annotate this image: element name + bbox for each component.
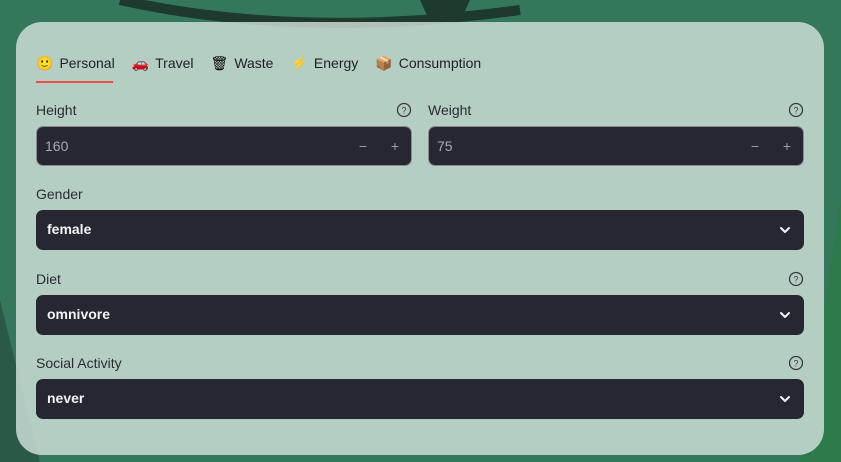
svg-text:?: ? xyxy=(401,106,406,116)
package-icon: 📦 xyxy=(375,55,393,71)
chevron-down-icon xyxy=(780,312,790,318)
height-field[interactable] xyxy=(37,127,335,165)
chevron-down-icon xyxy=(780,396,790,402)
settings-panel: 🙂 Personal 🚗 Travel 🗑 Waste ⚡ Energy 📦 C… xyxy=(16,22,824,455)
svg-text:?: ? xyxy=(793,106,798,116)
gender-selected-value: female xyxy=(47,221,92,237)
social-activity-selected-value: never xyxy=(47,390,85,406)
weight-field[interactable] xyxy=(429,127,727,165)
help-icon[interactable]: ? xyxy=(788,355,804,371)
tab-label: Waste xyxy=(234,55,274,71)
height-number-input: − + xyxy=(36,126,412,166)
height-increment-button[interactable]: + xyxy=(384,135,406,157)
svg-text:?: ? xyxy=(793,359,798,369)
car-icon: 🚗 xyxy=(131,55,150,71)
svg-text:?: ? xyxy=(793,275,798,285)
weight-label: Weight xyxy=(428,102,472,118)
diet-label: Diet xyxy=(36,271,61,287)
tab-label: Energy xyxy=(313,55,359,71)
diet-select[interactable]: omnivore xyxy=(36,295,804,335)
height-label: Height xyxy=(36,102,77,118)
tab-bar: 🙂 Personal 🚗 Travel 🗑 Waste ⚡ Energy 📦 C… xyxy=(36,54,498,84)
weight-number-input: − + xyxy=(428,126,804,166)
weight-decrement-button[interactable]: − xyxy=(744,135,766,157)
tab-consumption[interactable]: 📦 Consumption xyxy=(375,54,481,72)
tab-label: Travel xyxy=(155,55,194,71)
weight-increment-button[interactable]: + xyxy=(776,135,798,157)
gender-label: Gender xyxy=(36,186,83,202)
active-tab-indicator xyxy=(36,81,113,83)
help-icon[interactable]: ? xyxy=(788,271,804,287)
tab-label: Consumption xyxy=(398,55,482,71)
social-activity-select[interactable]: never xyxy=(36,379,804,419)
tab-energy[interactable]: ⚡ Energy xyxy=(290,54,358,72)
lightning-icon: ⚡ xyxy=(290,55,308,71)
tab-personal[interactable]: 🙂 Personal xyxy=(36,54,115,72)
tab-travel[interactable]: 🚗 Travel xyxy=(132,54,194,72)
height-decrement-button[interactable]: − xyxy=(352,135,374,157)
face-icon: 🙂 xyxy=(36,55,54,71)
tab-waste[interactable]: 🗑 Waste xyxy=(211,54,274,72)
tab-label: Personal xyxy=(59,55,115,71)
gender-select[interactable]: female xyxy=(36,210,804,250)
diet-selected-value: omnivore xyxy=(47,306,111,322)
trash-icon: 🗑 xyxy=(210,55,229,71)
social-activity-label: Social Activity xyxy=(36,355,122,371)
help-icon[interactable]: ? xyxy=(396,102,412,118)
help-icon[interactable]: ? xyxy=(788,102,804,118)
chevron-down-icon xyxy=(780,227,790,233)
